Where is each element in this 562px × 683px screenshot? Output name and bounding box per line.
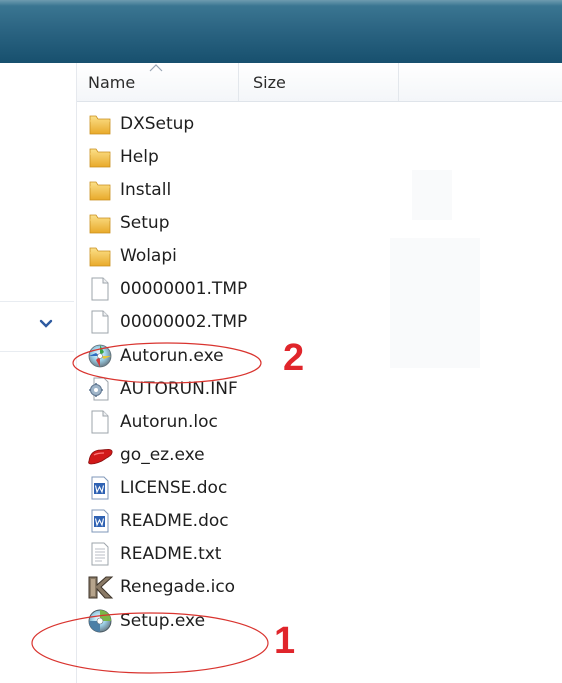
background-artifact (390, 238, 480, 368)
background-artifact (412, 170, 452, 220)
chevron-down-icon[interactable] (38, 316, 54, 332)
file-name: Wolapi (120, 246, 177, 266)
list-item-autorun-inf[interactable]: AUTORUN.INF (86, 373, 238, 405)
word-doc-icon (91, 476, 109, 500)
navigation-pane[interactable] (0, 63, 77, 683)
list-item-go-ez[interactable]: go_ez.exe (86, 439, 205, 471)
list-item-wolapi[interactable]: Wolapi (86, 240, 177, 272)
red-app-icon (88, 448, 113, 465)
column-header: Name Size (77, 63, 562, 102)
sort-ascending-icon (149, 64, 163, 72)
file-name: Renegade.ico (120, 577, 236, 597)
folder-icon (89, 247, 111, 267)
blank-file-icon (91, 277, 109, 301)
nav-divider (0, 351, 74, 352)
word-doc-icon (91, 509, 109, 533)
list-item-dxsetup[interactable]: DXSetup (86, 108, 194, 140)
file-name: Setup (120, 213, 170, 233)
file-name: 00000002.TMP (120, 312, 248, 332)
column-header-size[interactable]: Size (239, 63, 399, 101)
list-item-autorun-loc[interactable]: Autorun.loc (86, 406, 218, 438)
autorun-exe-icon (88, 344, 112, 368)
list-item-license-doc[interactable]: LICENSE.doc (86, 472, 227, 504)
setup-exe-icon (88, 609, 112, 633)
list-item-tmp-2[interactable]: 00000002.TMP (86, 306, 247, 338)
list-item-setup-folder[interactable]: Setup (86, 207, 169, 239)
list-item-setup-exe[interactable]: Setup.exe (86, 605, 205, 637)
list-item-tmp-1[interactable]: 00000001.TMP (86, 273, 247, 305)
list-item-renegade-ico[interactable]: Renegade.ico (86, 571, 235, 603)
file-name: Install (120, 180, 172, 200)
column-header-size-label: Size (253, 73, 286, 92)
file-name: DXSetup (120, 114, 195, 134)
folder-icon (89, 148, 111, 168)
folder-icon (89, 115, 111, 135)
window-titlebar (0, 0, 562, 63)
annotation-number-1: 1 (274, 620, 296, 662)
file-name: LICENSE.doc (120, 478, 228, 498)
blank-file-icon (91, 410, 109, 434)
file-name: 00000001.TMP (120, 279, 248, 299)
column-header-name[interactable]: Name (77, 63, 239, 101)
nav-divider (0, 301, 74, 302)
column-header-name-label: Name (88, 73, 136, 92)
file-name: README.txt (120, 544, 222, 564)
renegade-logo-icon (88, 576, 114, 599)
list-item-install[interactable]: Install (86, 174, 171, 206)
folder-icon (89, 181, 111, 201)
file-name: Setup.exe (120, 611, 206, 631)
file-name: README.doc (120, 511, 229, 531)
list-item-readme-doc[interactable]: README.doc (86, 505, 229, 537)
annotation-number-2: 2 (283, 337, 305, 379)
file-name: AUTORUN.INF (120, 379, 238, 399)
file-name: Help (120, 147, 159, 167)
text-file-icon (91, 542, 109, 566)
list-item-help[interactable]: Help (86, 141, 159, 173)
file-name: go_ez.exe (120, 445, 205, 465)
file-name: Autorun.exe (120, 346, 224, 366)
folder-icon (89, 214, 111, 234)
list-item-autorun-exe[interactable]: Autorun.exe (86, 340, 224, 372)
file-name: Autorun.loc (120, 412, 218, 432)
blank-file-icon (91, 310, 109, 334)
config-file-icon (89, 377, 109, 401)
list-item-readme-txt[interactable]: README.txt (86, 538, 221, 570)
